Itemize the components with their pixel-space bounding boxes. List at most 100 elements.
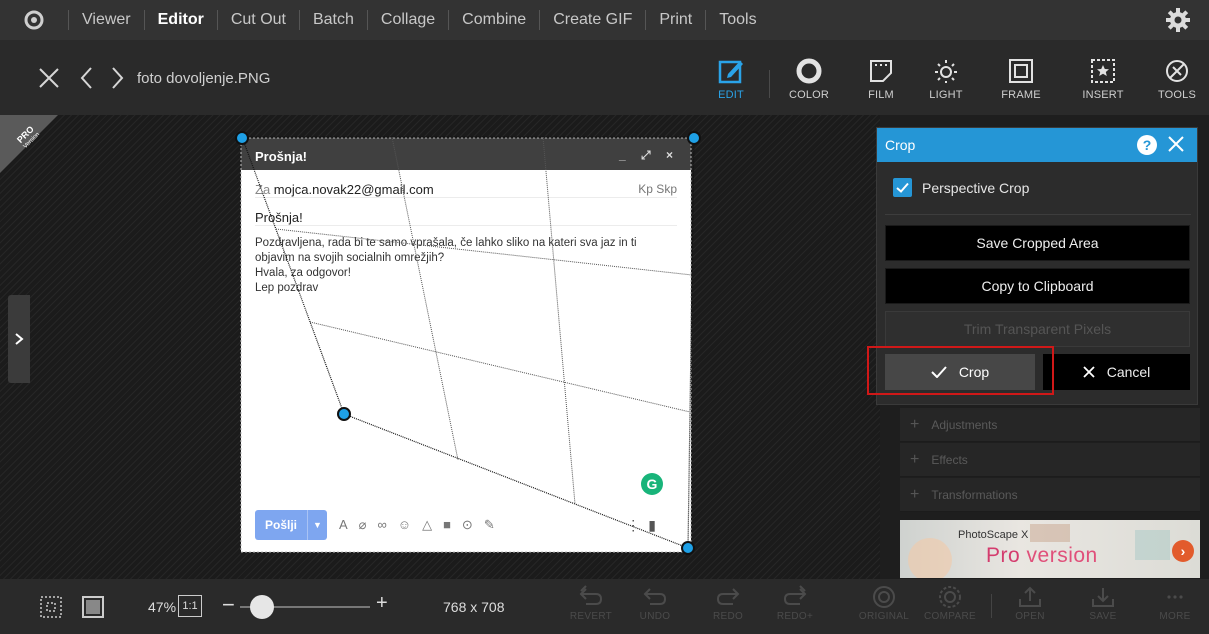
crop-handle-bottom-left[interactable] <box>337 407 351 421</box>
zoom-slider-knob[interactable] <box>250 595 274 619</box>
grammarly-icon: G <box>641 473 663 495</box>
open-label: OPEN <box>1015 611 1045 622</box>
original-label: ORIGINAL <box>858 611 910 622</box>
edited-image: Prošnja! _ ⤢ × Za mojca.novak22@gmail.co… <box>241 138 691 552</box>
email-body: Pozdravljena, rada bi te samo vprašala, … <box>255 236 677 296</box>
accordion-transformations[interactable]: + Transformations <box>900 478 1200 512</box>
zoom-out-button[interactable]: − <box>222 592 235 618</box>
compare-label: COMPARE <box>924 611 976 622</box>
light-icon <box>935 60 957 83</box>
save-cropped-area-button[interactable]: Save Cropped Area <box>885 225 1190 261</box>
trim-transparent-pixels-button[interactable]: Trim Transparent Pixels <box>885 311 1190 347</box>
email-body-line: Pozdravljena, rada bi te samo vprašala, … <box>255 237 637 249</box>
email-window-title: Prošnja! <box>255 149 308 164</box>
bottom-toolbar: 47% 1:1 − + 768 x 708 REVERT UNDO REDO R… <box>0 579 1209 634</box>
copy-to-clipboard-button[interactable]: Copy to Clipboard <box>885 268 1190 304</box>
accordion-adjustments[interactable]: + Adjustments <box>900 408 1200 442</box>
tool-insert[interactable]: INSERT <box>1072 40 1134 115</box>
menu-bar: Viewer Editor Cut Out Batch Collage Comb… <box>0 0 1209 40</box>
pro-version-banner[interactable]: PhotoScape X Pro version › <box>900 520 1200 578</box>
original-button[interactable]: ORIGINAL <box>856 585 912 631</box>
email-footer: Pošlji ▼ A ⌀ ∞ ☺ △ ■ ⊙ ✎ ⋮▮ <box>255 510 680 540</box>
menu-item-cut-out[interactable]: Cut Out <box>218 0 299 40</box>
image-dimensions: 768 x 708 <box>443 599 505 615</box>
bottom-divider <box>991 594 992 618</box>
email-format-icons: A ⌀ ∞ ☺ △ ■ ⊙ ✎ <box>339 517 495 533</box>
toolbar-divider <box>769 70 770 98</box>
email-to-label: Za <box>255 182 271 197</box>
plus-icon: + <box>910 485 920 503</box>
menu-item-batch[interactable]: Batch <box>300 0 367 40</box>
email-body-line: objavim na svojih socialnih omrežjih? <box>255 252 445 264</box>
crop-handle-top-left[interactable] <box>235 131 249 145</box>
text-format-icon: A <box>339 517 348 532</box>
insert-icon <box>1091 59 1115 83</box>
email-subject: Prošnja! <box>255 210 303 225</box>
pro-version-badge[interactable]: PRO Version <box>0 115 92 175</box>
side-panel-toggle[interactable] <box>8 295 30 383</box>
save-button[interactable]: SAVE <box>1075 585 1131 631</box>
close-icon[interactable] <box>36 64 62 92</box>
email-subject-row: Prošnja! <box>255 198 677 226</box>
menu-item-print[interactable]: Print <box>646 0 705 40</box>
tool-film[interactable]: FILM <box>850 40 912 115</box>
crop-panel-header: Crop ? <box>877 128 1197 162</box>
checkbox-checked-icon[interactable] <box>893 178 912 197</box>
previous-image-icon[interactable] <box>74 64 100 92</box>
menu-item-viewer[interactable]: Viewer <box>69 0 144 40</box>
undo-icon <box>643 588 667 605</box>
next-image-icon[interactable] <box>104 64 130 92</box>
compare-button[interactable]: COMPARE <box>922 585 978 631</box>
accordion-effects[interactable]: + Effects <box>900 443 1200 477</box>
redo-plus-button[interactable]: REDO+ <box>767 585 823 631</box>
open-button[interactable]: OPEN <box>1002 585 1058 631</box>
cancel-button[interactable]: Cancel <box>1043 354 1190 390</box>
fit-selection-icon[interactable] <box>40 596 62 623</box>
email-header: Prošnja! _ ⤢ × <box>241 138 691 170</box>
menu-item-tools[interactable]: Tools <box>706 0 769 40</box>
settings-gear-icon[interactable] <box>1165 7 1191 33</box>
more-and-trash-icons: ⋮▮ <box>626 516 664 533</box>
tool-light[interactable]: LIGHT <box>915 40 977 115</box>
more-button[interactable]: MORE <box>1147 585 1203 631</box>
lock-icon: ⊙ <box>461 517 473 532</box>
menu-item-editor[interactable]: Editor <box>145 0 217 40</box>
app-logo-icon[interactable] <box>0 0 68 40</box>
chevron-down-icon: ▼ <box>307 510 327 540</box>
save-label: SAVE <box>1089 611 1117 622</box>
undo-button[interactable]: UNDO <box>627 585 683 631</box>
accordion-effects-label: Effects <box>931 452 968 467</box>
email-to-row: Za mojca.novak22@gmail.com Kp Skp <box>255 170 677 198</box>
tools-icon <box>1166 60 1188 82</box>
attach-icon: ⌀ <box>358 517 367 532</box>
tool-edit[interactable]: EDIT <box>700 40 762 115</box>
arrow-right-icon[interactable]: › <box>1172 540 1194 562</box>
tool-color[interactable]: COLOR <box>778 40 840 115</box>
redo-button[interactable]: REDO <box>700 585 756 631</box>
menu-item-create-gif[interactable]: Create GIF <box>540 0 645 40</box>
email-send-label: Pošlji <box>264 518 297 532</box>
tool-frame[interactable]: FRAME <box>990 40 1052 115</box>
perspective-crop-toggle[interactable]: Perspective Crop <box>893 178 1029 197</box>
close-icon[interactable] <box>1165 133 1187 155</box>
revert-button[interactable]: REVERT <box>563 585 619 631</box>
tool-edit-label: EDIT <box>718 89 744 101</box>
menu-item-collage[interactable]: Collage <box>368 0 448 40</box>
promo-pro: Pro <box>986 544 1021 567</box>
tool-tools[interactable]: TOOLS <box>1146 40 1208 115</box>
chevron-right-icon <box>15 333 24 345</box>
email-cc-links: Kp Skp <box>638 182 677 196</box>
plus-icon: + <box>910 450 920 468</box>
actual-size-button[interactable]: 1:1 <box>178 595 202 617</box>
help-icon[interactable]: ? <box>1137 135 1157 155</box>
tool-film-label: FILM <box>868 89 894 101</box>
frame-icon <box>1009 59 1033 83</box>
signature-icon: ✎ <box>483 517 495 532</box>
crop-handle-bottom-right[interactable] <box>681 541 695 555</box>
photo-icon: ■ <box>443 517 451 532</box>
fit-screen-icon[interactable] <box>82 596 104 623</box>
crop-handle-top-right[interactable] <box>687 131 701 145</box>
editor-toolbar: foto dovoljenje.PNG EDIT COLOR FILM LIGH… <box>0 40 1209 115</box>
zoom-in-button[interactable]: + <box>376 592 388 615</box>
menu-item-combine[interactable]: Combine <box>449 0 539 40</box>
